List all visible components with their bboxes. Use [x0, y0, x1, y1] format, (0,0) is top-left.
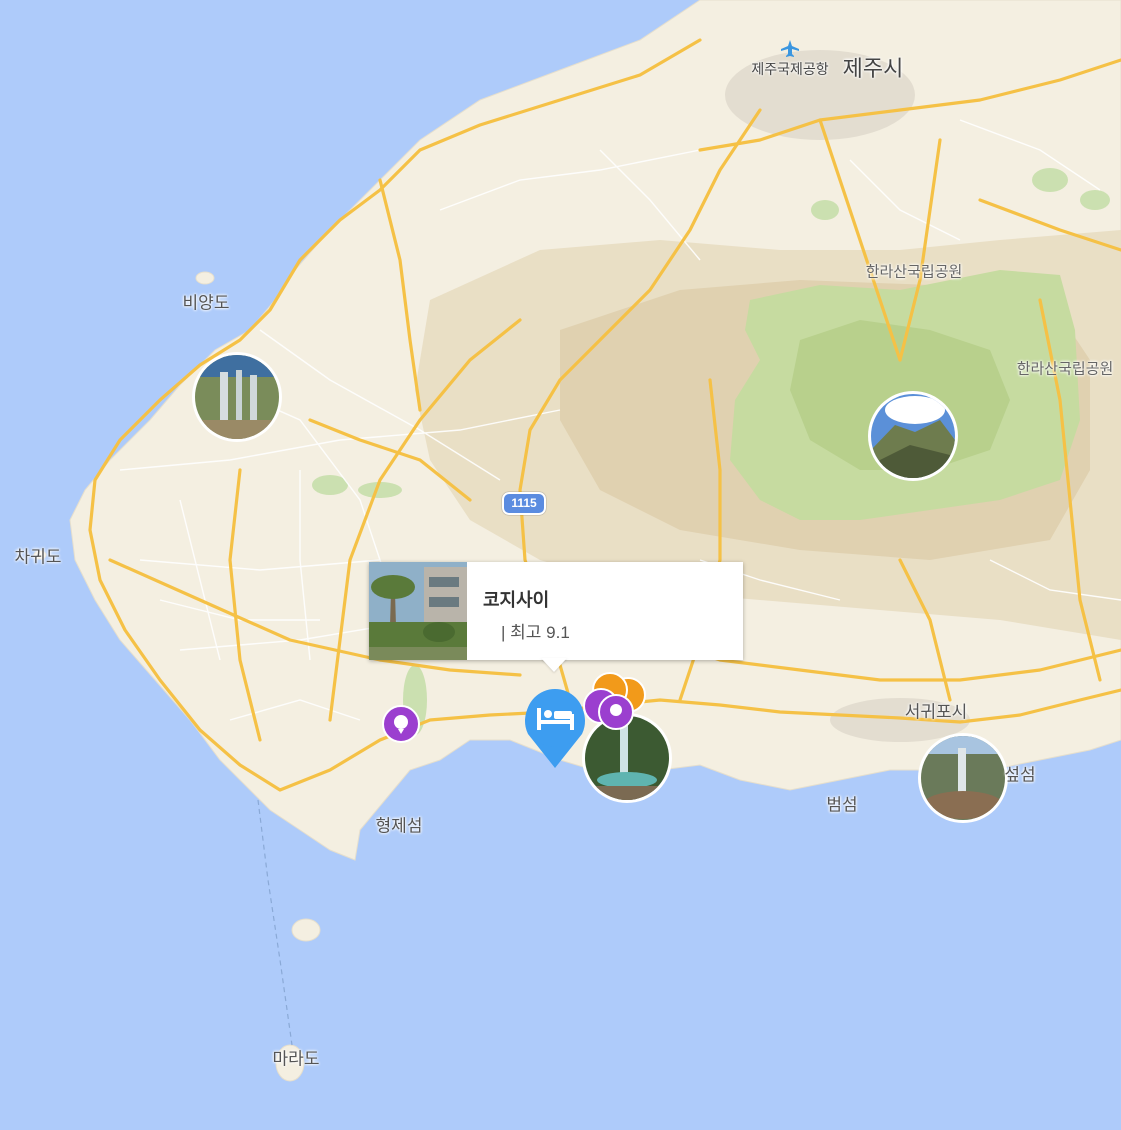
photo-marker-waterfall-west[interactable] [192, 352, 282, 442]
hotel-rating: | 최고 9.1 [501, 623, 570, 642]
label-chagwido: 차귀도 [14, 547, 62, 568]
photo-marker-hallasan[interactable] [868, 391, 958, 481]
label-beomseom: 범섬 [826, 795, 858, 816]
label-biyangdo: 비양도 [182, 293, 230, 314]
photo-marker-waterfall-center[interactable] [582, 713, 672, 803]
photo-marker-waterfall-east[interactable] [918, 733, 1008, 823]
label-marado: 마라도 [272, 1049, 320, 1070]
hotel-info-popup[interactable]: 코지사이 | 최고 9.1 [369, 562, 743, 660]
balloon-icon[interactable] [382, 705, 420, 743]
hotel-info: 코지사이 | 최고 9.1 [467, 562, 586, 660]
label-seogwipo: 서귀포시 [904, 702, 968, 723]
popup-pointer [541, 658, 567, 672]
label-jeju-city: 제주시 [842, 57, 904, 82]
road-shield-1115: 1115 [502, 492, 546, 515]
label-hallasan-park-2: 한라산국립공원 [1016, 359, 1114, 378]
hotel-name: 코지사이 [483, 590, 550, 610]
label-hallasan-park-1: 한라산국립공원 [865, 262, 963, 281]
label-seom-partial: 섶섬 [1004, 765, 1036, 786]
label-hyeongjeseom: 형제섬 [375, 816, 423, 837]
label-airport: 제주국제공항 [751, 62, 829, 78]
hotel-thumbnail [369, 562, 467, 660]
